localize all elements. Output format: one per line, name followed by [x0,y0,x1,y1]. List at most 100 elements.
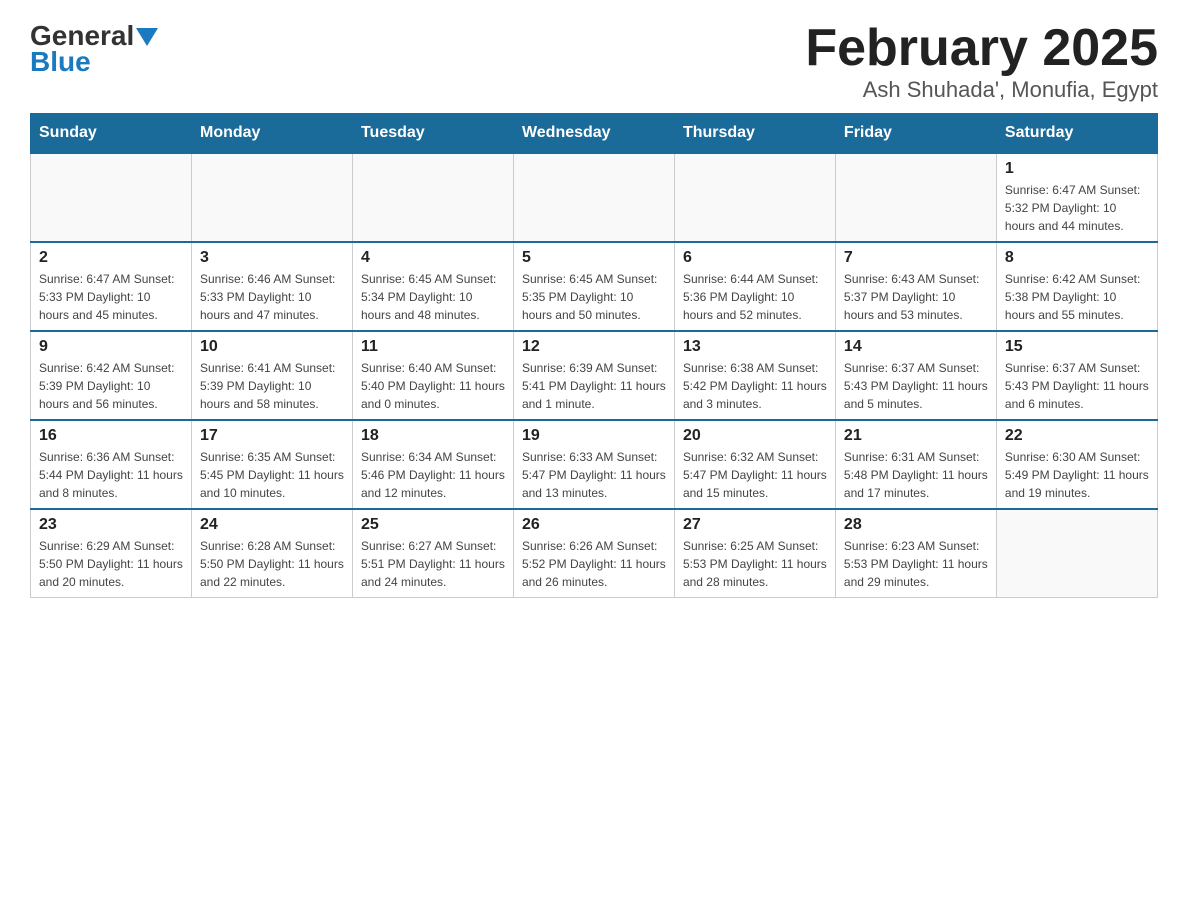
table-row: 26 Sunrise: 6:26 AM Sunset: 5:52 PM Dayli… [513,509,674,598]
calendar-week-row: 9 Sunrise: 6:42 AM Sunset: 5:39 PM Daylig… [31,331,1158,420]
day-info: Sunrise: 6:41 AM Sunset: 5:39 PM Dayligh… [200,359,344,413]
table-row: 10 Sunrise: 6:41 AM Sunset: 5:39 PM Dayli… [191,331,352,420]
header-tuesday: Tuesday [352,114,513,154]
day-number: 6 [683,249,827,267]
day-info: Sunrise: 6:36 AM Sunset: 5:44 PM Dayligh… [39,448,183,502]
table-row: 4 Sunrise: 6:45 AM Sunset: 5:34 PM Daylig… [352,242,513,331]
table-row: 19Sunrise: 6:33 AM Sunset: 5:47 PM Dayli… [513,420,674,509]
header-saturday: Saturday [996,114,1157,154]
table-row: 21 Sunrise: 6:31 AM Sunset: 5:48 PM Dayli… [835,420,996,509]
day-info: Sunrise: 6:27 AM Sunset: 5:51 PM Dayligh… [361,537,505,591]
title-block: February 2025 Ash Shuhada', Monufia, Egy… [805,20,1158,103]
calendar-week-row: 1 Sunrise: 6:47 AM Sunset: 5:32 PM Daylig… [31,153,1158,242]
day-info: Sunrise: 6:30 AM Sunset: 5:49 PM Dayligh… [1005,448,1149,502]
day-info: Sunrise: 6:45 AM Sunset: 5:35 PM Dayligh… [522,270,666,324]
table-row: 6 Sunrise: 6:44 AM Sunset: 5:36 PM Daylig… [674,242,835,331]
header-sunday: Sunday [31,114,192,154]
table-row: 17 Sunrise: 6:35 AM Sunset: 5:45 PM Dayli… [191,420,352,509]
day-number: 8 [1005,249,1149,267]
table-row: 9 Sunrise: 6:42 AM Sunset: 5:39 PM Daylig… [31,331,192,420]
day-number: 20 [683,427,827,445]
day-info: Sunrise: 6:43 AM Sunset: 5:37 PM Dayligh… [844,270,988,324]
day-number: 2 [39,249,183,267]
day-info: Sunrise: 6:37 AM Sunset: 5:43 PM Dayligh… [1005,359,1149,413]
day-info: Sunrise: 6:42 AM Sunset: 5:38 PM Dayligh… [1005,270,1149,324]
day-info: Sunrise: 6:38 AM Sunset: 5:42 PM Dayligh… [683,359,827,413]
table-row: 11 Sunrise: 6:40 AM Sunset: 5:40 PM Dayli… [352,331,513,420]
day-number: 15 [1005,338,1149,356]
day-number: 3 [200,249,344,267]
day-number: 10 [200,338,344,356]
day-info: Sunrise: 6:32 AM Sunset: 5:47 PM Dayligh… [683,448,827,502]
day-info: Sunrise: 6:28 AM Sunset: 5:50 PM Dayligh… [200,537,344,591]
day-number: 12 [522,338,666,356]
table-row: 13 Sunrise: 6:38 AM Sunset: 5:42 PM Dayli… [674,331,835,420]
day-info: Sunrise: 6:40 AM Sunset: 5:40 PM Dayligh… [361,359,505,413]
calendar-week-row: 2 Sunrise: 6:47 AM Sunset: 5:33 PM Daylig… [31,242,1158,331]
table-row: 25Sunrise: 6:27 AM Sunset: 5:51 PM Dayli… [352,509,513,598]
calendar-title: February 2025 [805,20,1158,77]
day-number: 1 [1005,160,1149,178]
day-number: 28 [844,516,988,534]
logo-blue-text: Blue [30,48,158,76]
day-info: Sunrise: 6:23 AM Sunset: 5:53 PM Dayligh… [844,537,988,591]
table-row: 3 Sunrise: 6:46 AM Sunset: 5:33 PM Daylig… [191,242,352,331]
table-row: 22 Sunrise: 6:30 AM Sunset: 5:49 PM Dayli… [996,420,1157,509]
day-number: 5 [522,249,666,267]
day-info: Sunrise: 6:35 AM Sunset: 5:45 PM Dayligh… [200,448,344,502]
day-number: 21 [844,427,988,445]
table-row: 12Sunrise: 6:39 AM Sunset: 5:41 PM Dayli… [513,331,674,420]
header-friday: Friday [835,114,996,154]
day-number: 26 [522,516,666,534]
table-row [996,509,1157,598]
header-monday: Monday [191,114,352,154]
table-row [835,153,996,242]
day-number: 11 [361,338,505,356]
day-number: 24 [200,516,344,534]
logo: General Blue [30,20,158,76]
table-row: 23Sunrise: 6:29 AM Sunset: 5:50 PM Dayli… [31,509,192,598]
table-row: 16 Sunrise: 6:36 AM Sunset: 5:44 PM Dayli… [31,420,192,509]
day-number: 14 [844,338,988,356]
table-row [674,153,835,242]
day-info: Sunrise: 6:34 AM Sunset: 5:46 PM Dayligh… [361,448,505,502]
day-info: Sunrise: 6:47 AM Sunset: 5:32 PM Dayligh… [1005,181,1149,235]
table-row [352,153,513,242]
table-row: 2 Sunrise: 6:47 AM Sunset: 5:33 PM Daylig… [31,242,192,331]
table-row: 20 Sunrise: 6:32 AM Sunset: 5:47 PM Dayli… [674,420,835,509]
calendar-week-row: 16 Sunrise: 6:36 AM Sunset: 5:44 PM Dayli… [31,420,1158,509]
table-row: 15 Sunrise: 6:37 AM Sunset: 5:43 PM Dayli… [996,331,1157,420]
day-number: 16 [39,427,183,445]
day-number: 23 [39,516,183,534]
day-number: 22 [1005,427,1149,445]
day-number: 4 [361,249,505,267]
table-row [513,153,674,242]
day-info: Sunrise: 6:45 AM Sunset: 5:34 PM Dayligh… [361,270,505,324]
day-info: Sunrise: 6:37 AM Sunset: 5:43 PM Dayligh… [844,359,988,413]
table-row: 1 Sunrise: 6:47 AM Sunset: 5:32 PM Daylig… [996,153,1157,242]
table-row: 7 Sunrise: 6:43 AM Sunset: 5:37 PM Daylig… [835,242,996,331]
day-number: 18 [361,427,505,445]
day-info: Sunrise: 6:47 AM Sunset: 5:33 PM Dayligh… [39,270,183,324]
day-info: Sunrise: 6:26 AM Sunset: 5:52 PM Dayligh… [522,537,666,591]
day-number: 7 [844,249,988,267]
calendar-table: Sunday Monday Tuesday Wednesday Thursday… [30,113,1158,598]
day-info: Sunrise: 6:42 AM Sunset: 5:39 PM Dayligh… [39,359,183,413]
table-row: 8 Sunrise: 6:42 AM Sunset: 5:38 PM Daylig… [996,242,1157,331]
calendar-subtitle: Ash Shuhada', Monufia, Egypt [805,77,1158,103]
day-number: 17 [200,427,344,445]
day-number: 13 [683,338,827,356]
table-row [31,153,192,242]
day-info: Sunrise: 6:33 AM Sunset: 5:47 PM Dayligh… [522,448,666,502]
table-row: 28 Sunrise: 6:23 AM Sunset: 5:53 PM Dayli… [835,509,996,598]
logo-arrow-icon [136,28,158,46]
header-thursday: Thursday [674,114,835,154]
table-row: 27Sunrise: 6:25 AM Sunset: 5:53 PM Dayli… [674,509,835,598]
table-row: 14 Sunrise: 6:37 AM Sunset: 5:43 PM Dayli… [835,331,996,420]
table-row: 18 Sunrise: 6:34 AM Sunset: 5:46 PM Dayli… [352,420,513,509]
day-info: Sunrise: 6:31 AM Sunset: 5:48 PM Dayligh… [844,448,988,502]
day-info: Sunrise: 6:44 AM Sunset: 5:36 PM Dayligh… [683,270,827,324]
day-number: 9 [39,338,183,356]
day-info: Sunrise: 6:46 AM Sunset: 5:33 PM Dayligh… [200,270,344,324]
calendar-week-row: 23Sunrise: 6:29 AM Sunset: 5:50 PM Dayli… [31,509,1158,598]
